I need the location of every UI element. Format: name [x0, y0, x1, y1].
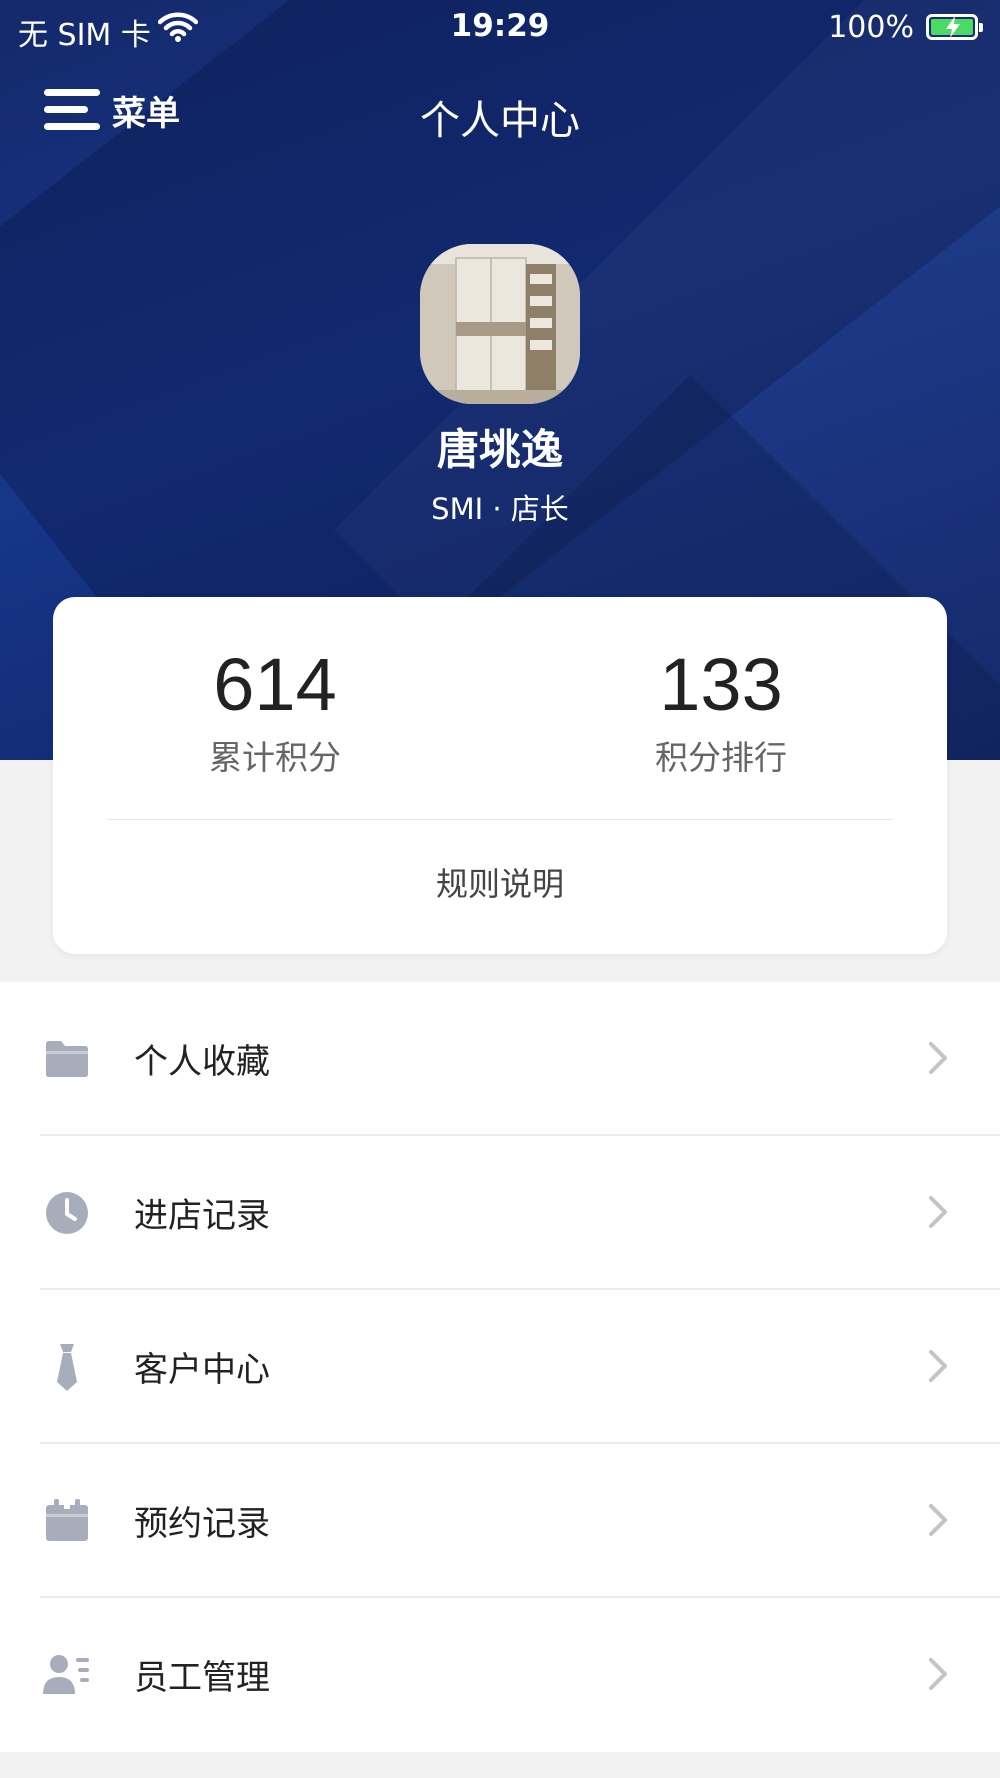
user-name: 唐垗逸	[436, 425, 563, 474]
list-item-label: 客户中心	[134, 1350, 270, 1390]
list-item-label: 员工管理	[134, 1658, 270, 1698]
battery-percent: 100%	[828, 10, 914, 45]
list-item-appointments[interactable]: 预约记录	[0, 1444, 1000, 1598]
rules-link[interactable]: 规则说明	[53, 859, 947, 905]
status-bar: 无 SIM 卡 19:29 100%	[0, 0, 1000, 56]
chevron-right-icon	[922, 1500, 954, 1540]
chevron-right-icon	[922, 1346, 954, 1386]
points-card: 614 累计积分 133 积分排行 规则说明	[53, 597, 947, 954]
points-ranking[interactable]: 133 积分排行	[571, 645, 871, 779]
clock-icon	[42, 1188, 92, 1238]
staff-icon	[42, 1650, 92, 1700]
points-ranking-value: 133	[659, 643, 783, 726]
total-points-label: 累计积分	[209, 738, 341, 777]
list-item-staff-management[interactable]: 员工管理	[0, 1598, 1000, 1752]
card-divider	[107, 819, 893, 820]
list-item-label: 个人收藏	[134, 1042, 270, 1082]
avatar[interactable]	[420, 244, 580, 404]
tie-icon	[42, 1342, 92, 1392]
list-item-store-visits[interactable]: 进店记录	[0, 1136, 1000, 1290]
user-role: SMI · 店长	[431, 492, 569, 526]
list-item-label: 进店记录	[134, 1196, 270, 1236]
battery-icon	[926, 14, 983, 40]
total-points-value: 614	[213, 643, 337, 726]
list-item-favorites[interactable]: 个人收藏	[0, 982, 1000, 1136]
page-title: 个人中心	[420, 98, 580, 144]
folder-icon	[42, 1034, 92, 1084]
points-ranking-label: 积分排行	[655, 738, 787, 777]
chevron-right-icon	[922, 1654, 954, 1694]
total-points[interactable]: 614 累计积分	[125, 645, 425, 779]
list-item-customer-center[interactable]: 客户中心	[0, 1290, 1000, 1444]
list-item-label: 预约记录	[134, 1504, 270, 1544]
menu-list: 个人收藏 进店记录 客户中心 预约记录 员工管理	[0, 982, 1000, 1752]
calendar-icon	[42, 1496, 92, 1546]
chevron-right-icon	[922, 1038, 954, 1078]
chevron-right-icon	[922, 1192, 954, 1232]
